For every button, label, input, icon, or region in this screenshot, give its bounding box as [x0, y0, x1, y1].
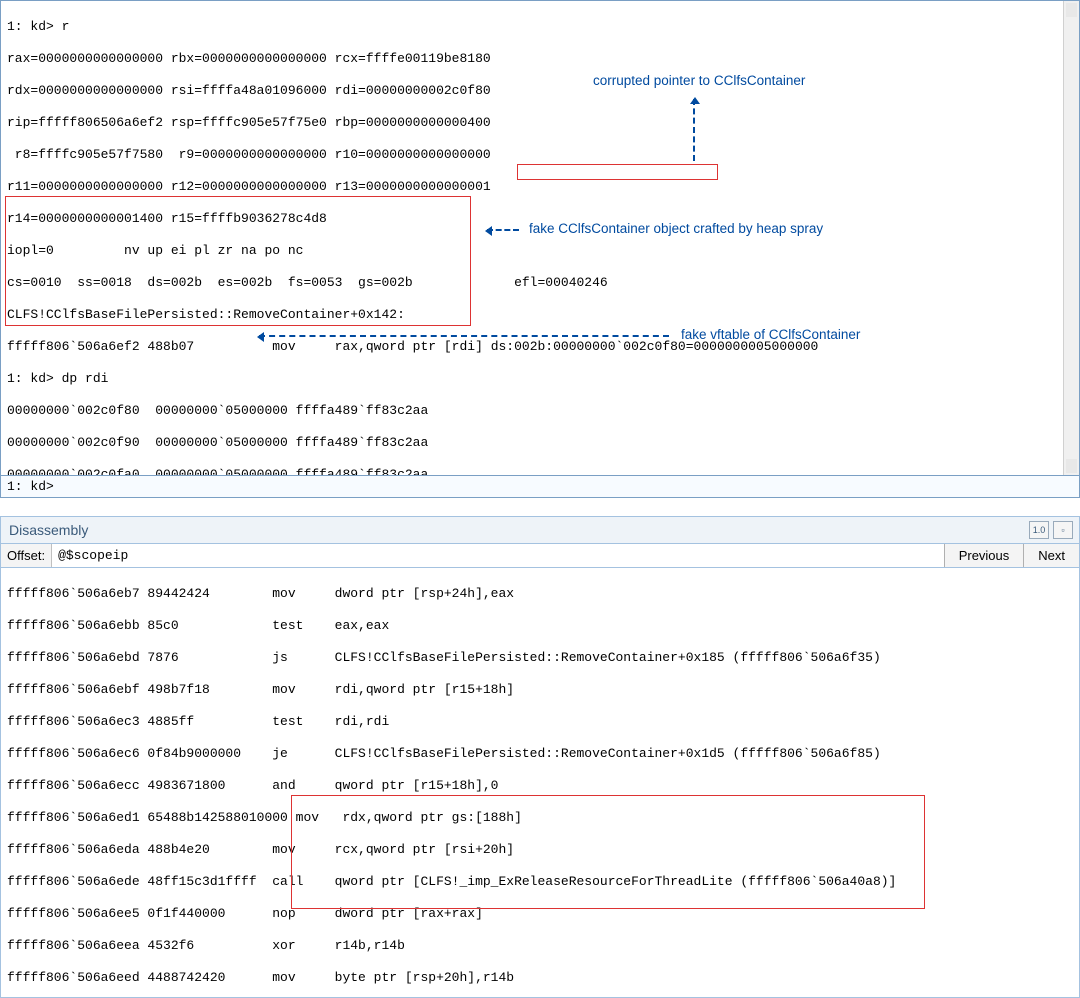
disasm-line: fffff806`506a6ecc 4983671800 and qword p…: [7, 778, 1073, 794]
registers-line: iopl=0 nv up ei pl zr na po nc: [7, 243, 1073, 259]
current-instr-ds: ds:002b:00000000`002c0f80: [491, 339, 686, 354]
disasm-line: fffff806`506a6ec3 4885ff test rdi,rdi: [7, 714, 1073, 730]
disasm-line: fffff806`506a6ebb 85c0 test eax,eax: [7, 618, 1073, 634]
command-r: r: [62, 19, 70, 34]
registers-line: r11=0000000000000000 r12=000000000000000…: [7, 179, 1073, 195]
disasm-line: fffff806`506a6eb7 89442424 mov dword ptr…: [7, 586, 1073, 602]
disassembly-body[interactable]: fffff806`506a6eb7 89442424 mov dword ptr…: [0, 568, 1080, 998]
arrow-left-icon: [259, 335, 669, 337]
next-button[interactable]: Next: [1023, 544, 1079, 567]
registers-line: rip=fffff806506a6ef2 rsp=ffffc905e57f75e…: [7, 115, 1073, 131]
disasm-line: fffff806`506a6eda 488b4e20 mov rcx,qword…: [7, 842, 1073, 858]
command-input-bar: 1: kd>: [0, 476, 1080, 498]
arrow-left-icon: [487, 229, 519, 231]
command-output: 1: kd> r rax=0000000000000000 rbx=000000…: [1, 1, 1079, 475]
disasm-line: fffff806`506a6ede 48ff15c3d1ffff call qw…: [7, 874, 1073, 890]
registers-line: rdx=0000000000000000 rsi=ffffa48a0109600…: [7, 83, 1073, 99]
disasm-line: fffff806`506a6ed1 65488b142588010000 mov…: [7, 810, 1073, 826]
disasm-line: fffff806`506a6ebf 498b7f18 mov rdi,qword…: [7, 682, 1073, 698]
arrow-up-icon: [693, 99, 695, 161]
toolbar-icon[interactable]: 1.0: [1029, 521, 1049, 539]
offset-bar: Offset: Previous Next: [0, 544, 1080, 568]
offset-input[interactable]: [52, 544, 944, 567]
prompt: 1: kd>: [7, 19, 54, 34]
disassembly-title: Disassembly: [9, 522, 88, 538]
disassembly-header: Disassembly 1.0 ▫: [0, 516, 1080, 544]
dp-row: 00000000`002c0f90 00000000`05000000 ffff…: [7, 435, 1073, 451]
source-line: CLFS!CClfsBaseFilePersisted::RemoveConta…: [7, 307, 1073, 323]
command-output-pane[interactable]: 1: kd> r rax=0000000000000000 rbx=000000…: [0, 0, 1080, 476]
registers-line: r14=0000000000001400 r15=ffffb9036278c4d…: [7, 211, 1073, 227]
scrollbar-vertical[interactable]: [1063, 1, 1079, 475]
command-input[interactable]: [54, 479, 1073, 494]
dp-row: 00000000`002c0fa0 00000000`05000000 ffff…: [7, 467, 1073, 475]
previous-button[interactable]: Previous: [944, 544, 1024, 567]
dp-row: 00000000`002c0f80 00000000`05000000 ffff…: [7, 403, 1073, 419]
offset-label: Offset:: [1, 544, 52, 567]
command-dp: dp rdi: [62, 371, 109, 386]
registers-line: r8=ffffc905e57f7580 r9=0000000000000000 …: [7, 147, 1073, 163]
disasm-line: fffff806`506a6ebd 7876 js CLFS!CClfsBase…: [7, 650, 1073, 666]
minimize-icon[interactable]: ▫: [1053, 521, 1073, 539]
disasm-line: fffff806`506a6eed 4488742420 mov byte pt…: [7, 970, 1073, 986]
disasm-line: fffff806`506a6ec6 0f84b9000000 je CLFS!C…: [7, 746, 1073, 762]
current-instr-post: =0000000005000000: [686, 339, 819, 354]
registers-line: rax=0000000000000000 rbx=000000000000000…: [7, 51, 1073, 67]
disasm-line: fffff806`506a6ee5 0f1f440000 nop dword p…: [7, 906, 1073, 922]
input-prompt: 1: kd>: [7, 479, 54, 495]
registers-line: cs=0010 ss=0018 ds=002b es=002b fs=0053 …: [7, 275, 1073, 291]
current-instr-pre: fffff806`506a6ef2 488b07 mov rax,qword p…: [7, 339, 491, 354]
disasm-line: fffff806`506a6eea 4532f6 xor r14b,r14b: [7, 938, 1073, 954]
